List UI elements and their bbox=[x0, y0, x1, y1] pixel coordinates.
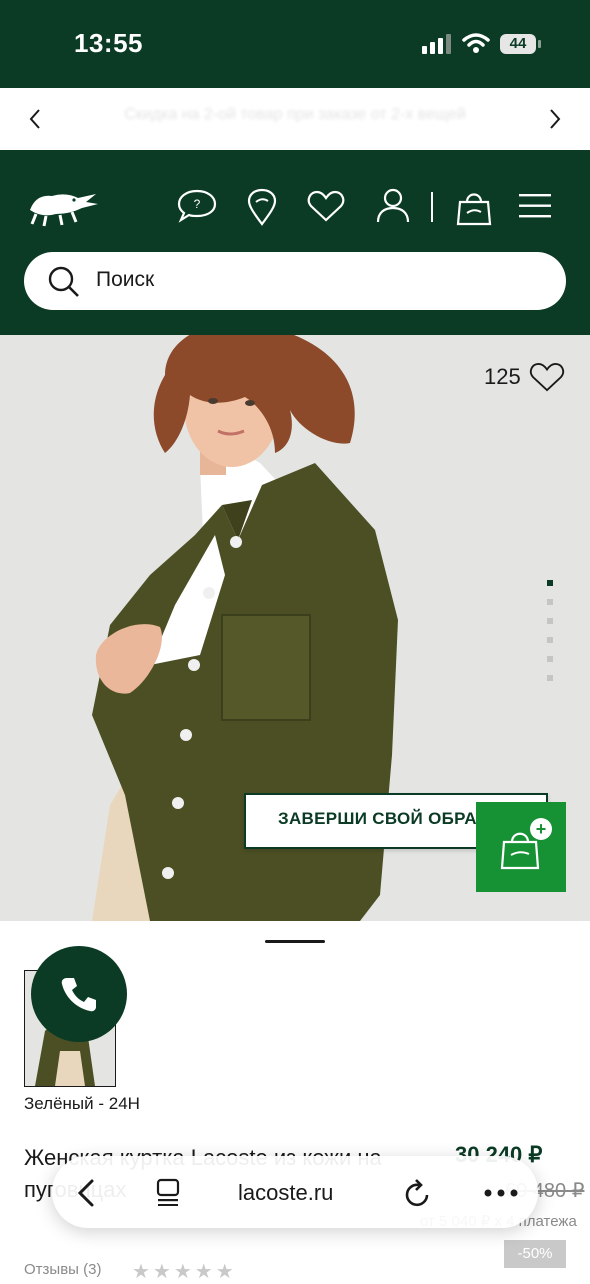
slide-dot[interactable] bbox=[547, 599, 553, 605]
store-locator-icon[interactable] bbox=[247, 188, 277, 226]
search-input[interactable]: Поиск bbox=[96, 268, 154, 292]
favorite-heart-icon[interactable] bbox=[528, 362, 566, 392]
slide-dot[interactable] bbox=[547, 656, 553, 662]
menu-icon[interactable] bbox=[519, 194, 551, 218]
reviews-link[interactable]: Отзывы (3) bbox=[24, 1261, 101, 1278]
color-label: Зелёный - 24H bbox=[24, 1094, 140, 1113]
crocodile-logo[interactable] bbox=[26, 184, 100, 228]
status-time: 13:55 bbox=[74, 28, 143, 58]
slide-dot-active[interactable] bbox=[547, 580, 553, 586]
plus-icon: + bbox=[530, 818, 552, 840]
battery-cap bbox=[538, 40, 541, 48]
rating-stars: ★★★★★ bbox=[132, 1261, 237, 1283]
url-field[interactable]: lacoste.ru bbox=[238, 1180, 333, 1206]
account-icon[interactable] bbox=[376, 188, 410, 226]
sheet-handle[interactable] bbox=[265, 940, 325, 943]
battery-indicator: 44 bbox=[500, 34, 536, 54]
likes-count: 125 bbox=[484, 364, 521, 389]
phone-icon bbox=[61, 978, 96, 1012]
search-bar[interactable]: Поиск bbox=[24, 252, 566, 310]
status-bar: 13:55 44 bbox=[0, 0, 590, 88]
more-options-icon[interactable] bbox=[484, 1188, 518, 1198]
slide-dot[interactable] bbox=[547, 618, 553, 624]
shopping-bag-icon[interactable] bbox=[456, 188, 492, 226]
wifi-icon bbox=[462, 33, 490, 53]
slide-indicator bbox=[547, 580, 555, 681]
add-look-to-bag-button[interactable]: + bbox=[476, 802, 566, 892]
slide-dot[interactable] bbox=[547, 637, 553, 643]
promo-next-icon[interactable] bbox=[548, 108, 562, 130]
promo-prev-icon[interactable] bbox=[28, 108, 42, 130]
svg-text:?: ? bbox=[194, 197, 201, 211]
header-divider bbox=[431, 192, 433, 222]
promo-text: Скидка на 2-ой товар при заказе от 2-х в… bbox=[124, 106, 466, 123]
signal-icon bbox=[422, 34, 451, 54]
reload-icon[interactable] bbox=[404, 1178, 432, 1208]
call-button[interactable] bbox=[31, 946, 127, 1042]
complete-look-label: ЗАВЕРШИ СВОЙ ОБРАЗ bbox=[278, 809, 488, 828]
tab-overview-icon[interactable] bbox=[156, 1178, 182, 1206]
promo-banner: Скидка на 2-ой товар при заказе от 2-х в… bbox=[0, 88, 590, 150]
search-icon bbox=[48, 266, 79, 297]
chat-icon[interactable]: ? bbox=[177, 188, 217, 224]
wishlist-icon[interactable] bbox=[307, 190, 345, 222]
discount-badge: -50% bbox=[504, 1240, 566, 1268]
back-icon[interactable] bbox=[76, 1178, 96, 1208]
slide-dot[interactable] bbox=[547, 675, 553, 681]
